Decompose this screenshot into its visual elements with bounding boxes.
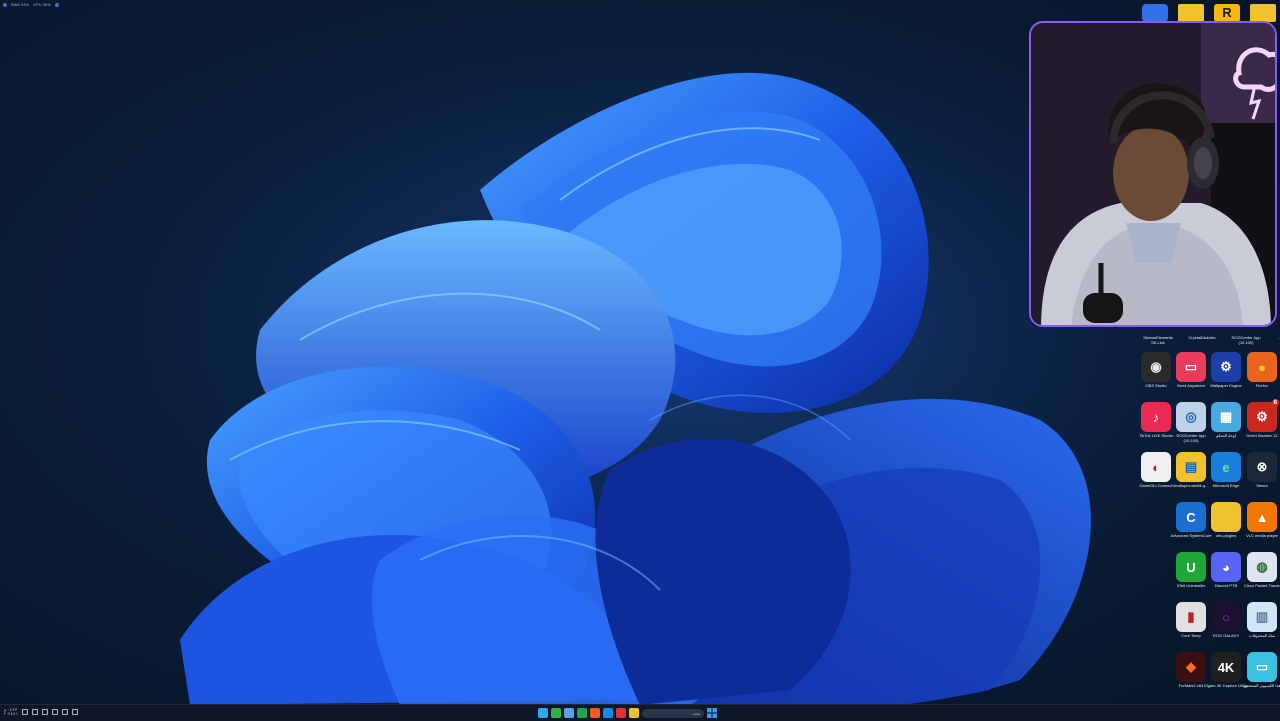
copilot-icon[interactable] xyxy=(538,708,548,718)
desktop-icon-label: Firefox xyxy=(1255,383,1269,388)
chevron-up-icon[interactable] xyxy=(72,709,79,715)
desktop-icon-label: سلة المحذوفات xyxy=(1248,633,1276,638)
taskbar-search[interactable]: بحث xyxy=(642,708,704,718)
start-windows-icon[interactable] xyxy=(707,708,717,718)
desktop-icon-label: Steam xyxy=(1256,483,1268,488)
gamepad-icon[interactable] xyxy=(1142,4,1168,22)
tray-date: ٢٠٢٤/١١ xyxy=(4,711,19,716)
desktop-icon[interactable]: ⚙ 8 Driver Booster 12 xyxy=(1242,399,1280,438)
app-icon: ▮ xyxy=(1176,602,1206,632)
top-icon-row: R xyxy=(1142,4,1276,22)
app-icon: C xyxy=(1176,502,1206,532)
desktop-icon-label: Cisco Packet Tracer xyxy=(1244,583,1280,588)
desktop-icon-label: VLC media player xyxy=(1246,533,1278,538)
overlay-indicator-icon xyxy=(54,2,59,7)
app-icon: ◆ xyxy=(1176,652,1206,682)
app-icon: ◐ xyxy=(1141,452,1171,482)
overlay-logo-icon xyxy=(3,2,7,7)
partial-label-row: StreamElements SE.Live CrystalDiskInfo R… xyxy=(1136,334,1280,345)
app-icon xyxy=(1211,502,1241,532)
language-icon[interactable] xyxy=(52,709,59,715)
app-icon: ○ xyxy=(1211,602,1241,632)
app-icon: ⊗ xyxy=(1247,452,1277,482)
tray-clock[interactable]: ٠٤:٢٣ م ٢٠٢٤/١١ xyxy=(4,708,18,716)
system-tray: ٠٤:٢٣ م ٢٠٢٤/١١ xyxy=(4,708,79,716)
app-icon: ⚙ xyxy=(1211,352,1241,382)
app-icon: ▤ xyxy=(1176,452,1206,482)
edge-icon[interactable] xyxy=(603,708,613,718)
desktop-icon[interactable]: ▲ VLC media player xyxy=(1242,502,1280,538)
brave-icon[interactable] xyxy=(590,708,600,718)
icon-label-crystaldiskinfo: CrystalDiskInfo xyxy=(1188,335,1216,340)
app-icon: 4K xyxy=(1211,652,1241,682)
icon-label-streamelements: StreamElements SE.Live xyxy=(1143,335,1173,345)
desktop-icon-label: Driver Booster 12 xyxy=(1246,433,1278,438)
r-badge-icon[interactable]: R xyxy=(1214,4,1240,22)
star-icon[interactable] xyxy=(564,708,574,718)
opera-icon[interactable] xyxy=(616,708,626,718)
webcam-person-image xyxy=(1031,23,1275,325)
desktop-icon[interactable]: ▥ سلة المحذوفات xyxy=(1242,602,1280,638)
xbox-icon[interactable] xyxy=(551,708,561,718)
app-icon: U xyxy=(1176,552,1206,582)
performance-overlay: RAM 33% GPU 36% xyxy=(3,2,59,7)
app-icon: ▲ xyxy=(1247,502,1277,532)
desktop-icon[interactable]: ⊗ Steam xyxy=(1242,452,1280,488)
badge-count: 8 xyxy=(1271,399,1279,407)
ram-usage: RAM 33% xyxy=(11,2,30,7)
webcam-overlay xyxy=(1029,21,1277,327)
speaker-icon[interactable] xyxy=(32,709,39,715)
app-icon: ◕ xyxy=(1211,552,1241,582)
desktop-icon[interactable]: ◍ Cisco Packet Tracer xyxy=(1242,552,1280,588)
app-icon: e xyxy=(1211,452,1241,482)
app-icon: ◉ xyxy=(1141,352,1171,382)
app-icon: ◎ xyxy=(1176,402,1206,432)
app-icon: ▦ xyxy=(1211,402,1241,432)
taskbar: ٠٤:٢٣ م ٢٠٢٤/١١ بحث xyxy=(0,704,1280,721)
folder-icon[interactable] xyxy=(1178,4,1204,22)
app-icon: ♪ xyxy=(1141,402,1171,432)
gpu-usage: GPU 36% xyxy=(33,2,51,7)
notification-icon[interactable] xyxy=(22,709,29,715)
app-icon: ▭ xyxy=(1247,652,1277,682)
desktop-icon-label: هذا الكمبيوتر الشخصي xyxy=(1243,683,1280,688)
taskbar-center: بحث xyxy=(538,708,717,718)
app-icon: ◍ xyxy=(1247,552,1277,582)
network-icon[interactable] xyxy=(42,709,49,715)
app-icon: ▭ xyxy=(1176,352,1206,382)
app-icon: ● xyxy=(1247,352,1277,382)
icon-label-arabic-link: رابط الرقمية xyxy=(1268,335,1280,345)
desktop-icon[interactable]: ▭ هذا الكمبيوتر الشخصي xyxy=(1242,652,1280,688)
battery-icon[interactable] xyxy=(62,709,69,715)
folder-icon[interactable] xyxy=(1250,4,1276,22)
desktop-icon[interactable]: ● Firefox xyxy=(1242,352,1280,388)
app-icon: ⚙ 8 xyxy=(1247,399,1279,432)
app-icon: ▥ xyxy=(1247,602,1277,632)
chrome-icon[interactable] xyxy=(577,708,587,718)
explorer-icon[interactable] xyxy=(629,708,639,718)
icon-label-rogcenter: ROGCenter App (10.100) xyxy=(1231,335,1261,345)
